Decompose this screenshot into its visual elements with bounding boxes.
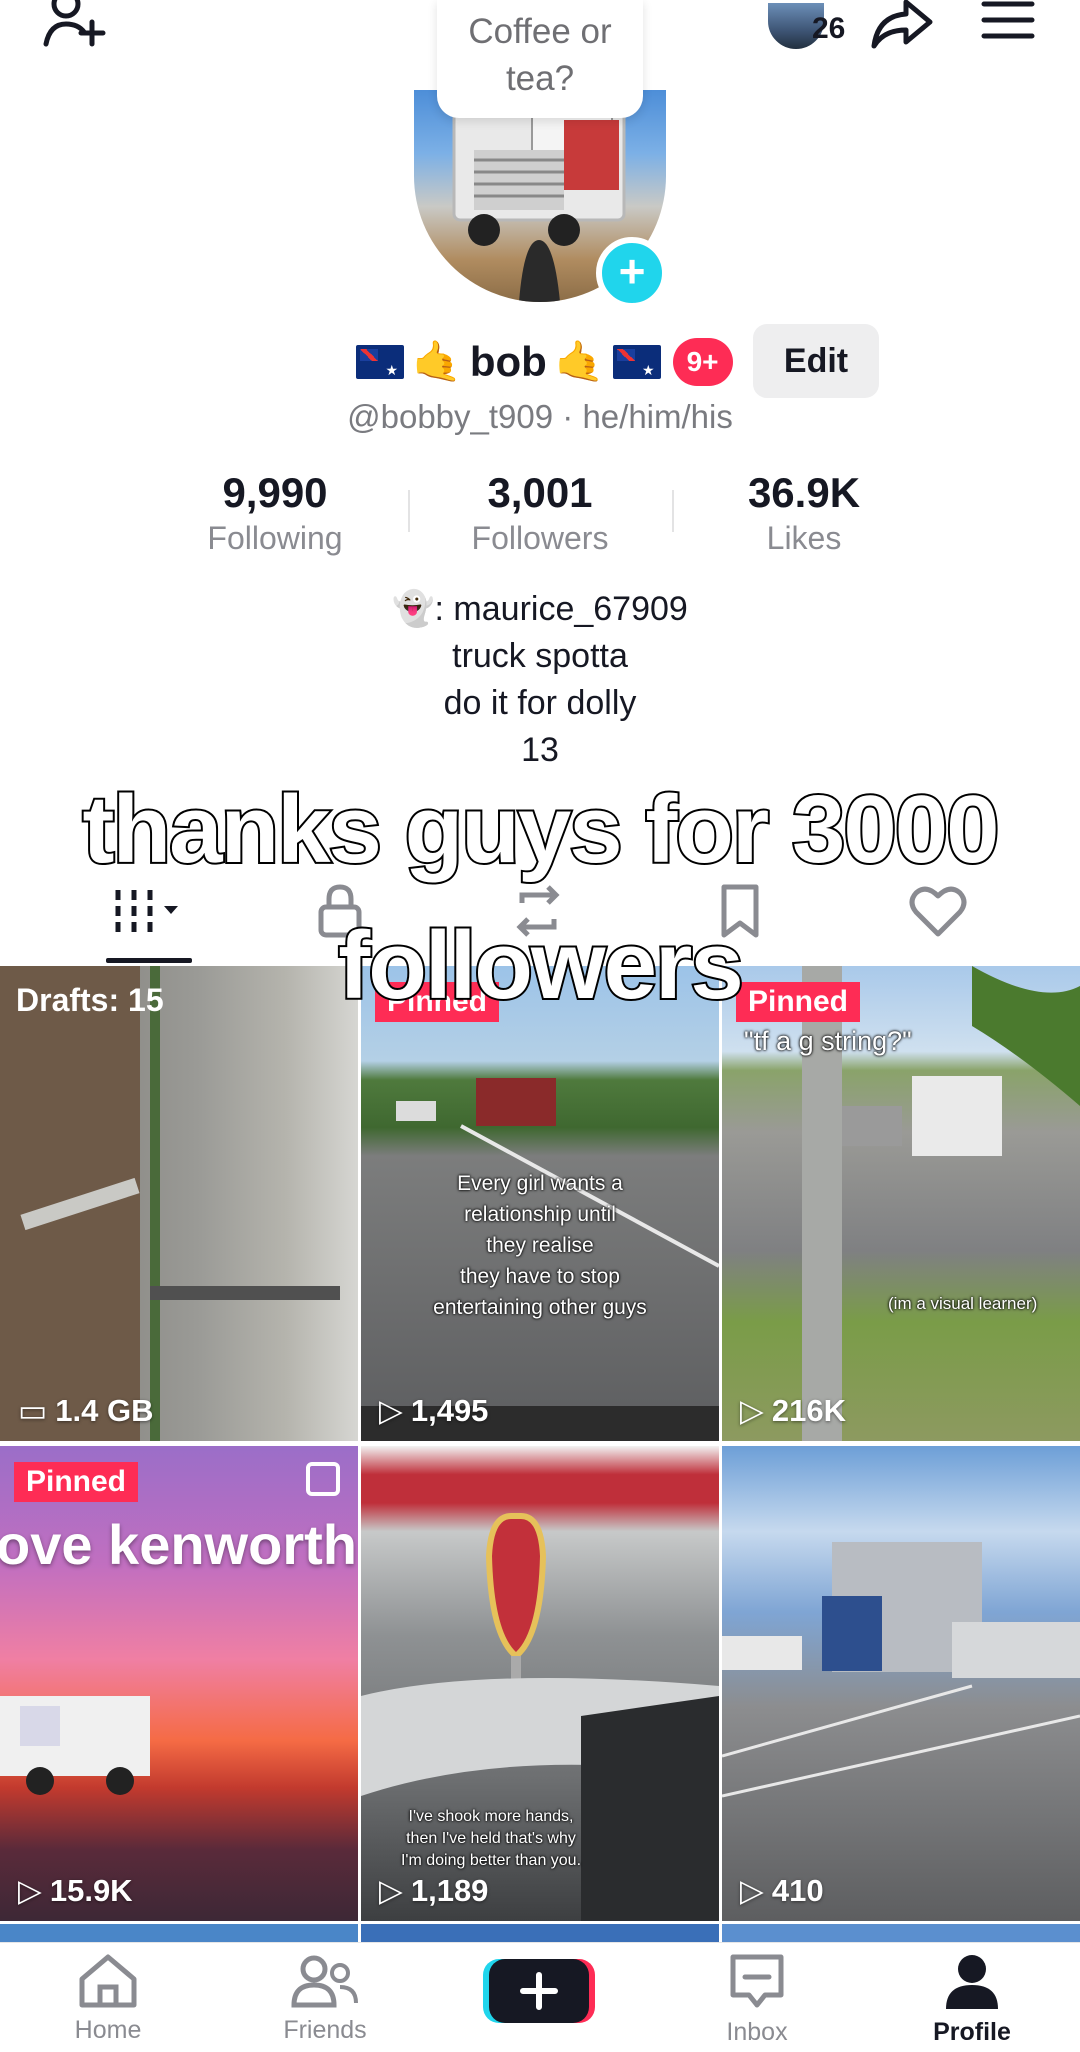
video-text-overlay: (im a visual learner) (888, 1294, 1038, 1313)
video-tile-pinned-1[interactable]: Pinned Every girl wants a relationship u… (361, 966, 719, 1441)
following-label: Following (207, 520, 343, 556)
play-icon: ▷ (740, 1393, 764, 1428)
overlay-line: then I've held that's why (406, 1830, 576, 1847)
play-icon: ▷ (740, 1873, 764, 1908)
nav-friends[interactable]: Friends (250, 1953, 400, 2045)
edit-profile-button[interactable]: Edit (753, 324, 879, 398)
overlay-line: relationship until (464, 1203, 616, 1226)
profile-visitors-count[interactable]: 26 (812, 12, 845, 46)
video-tile-pinned-2[interactable]: Pinned "tf a g string?" (im a visual lea… (722, 966, 1080, 1441)
view-count-value: 410 (771, 1873, 824, 1908)
note-bubble[interactable]: Coffee or tea? (437, 0, 643, 118)
add-story-plus-button[interactable]: + (596, 237, 668, 309)
overlay-line: they have to stop (460, 1265, 620, 1288)
view-count: ▷ 15.9K (18, 1873, 133, 1909)
stat-followers[interactable]: 3,001 Followers (420, 468, 660, 558)
video-text-overlay: Every girl wants a relationship until th… (361, 1168, 719, 1323)
bio-line-3: do it for dolly (443, 684, 637, 722)
drafts-size: ▭ 1.4 GB (18, 1393, 154, 1429)
add-friend-icon[interactable] (40, 0, 108, 57)
profile-name-row: 🤙 bob 🤙 9+ (356, 330, 733, 394)
video-tile-highway[interactable]: ▷ 410 (722, 1446, 1080, 1921)
nav-profile[interactable]: Profile (897, 1953, 1047, 2047)
nav-home-label: Home (74, 2016, 142, 2044)
following-count: 9,990 (222, 469, 328, 516)
bio-line-2: truck spotta (452, 637, 628, 675)
profile-icon (946, 1955, 998, 2009)
nav-home[interactable]: Home (33, 1953, 183, 2045)
view-count: ▷ 1,495 (379, 1393, 488, 1429)
play-icon: ▷ (379, 1393, 403, 1428)
likes-label: Likes (766, 520, 842, 556)
note-line-2: tea? (505, 59, 575, 98)
video-caption-overlay: thanks guys for 3000 followers (80, 774, 1001, 1021)
profile-handle: @bobby_t909 · he/him/his (347, 398, 733, 435)
view-count-value: 1,189 (410, 1873, 489, 1908)
video-text-overlay: I've shook more hands, then I've held th… (361, 1806, 621, 1872)
view-count-value: 216K (771, 1393, 846, 1428)
overlay-line: they realise (486, 1234, 594, 1257)
play-icon: ▷ (18, 1873, 42, 1908)
menu-icon[interactable] (980, 0, 1036, 49)
australia-flag-icon (356, 345, 404, 379)
drafts-size-value: 1.4 GB (55, 1393, 154, 1428)
stat-following[interactable]: 9,990 Following (155, 468, 395, 558)
shaka-hand-icon: 🤙 (412, 340, 462, 384)
video-title-overlay: ove kenworth (0, 1513, 357, 1576)
followers-label: Followers (471, 520, 609, 556)
nav-profile-label: Profile (933, 2018, 1011, 2046)
australia-flag-icon (612, 345, 661, 379)
multi-photo-icon (306, 1462, 340, 1496)
likes-count: 36.9K (747, 469, 861, 516)
ghost-icon: 👻 (392, 590, 435, 628)
inbox-icon (730, 1954, 784, 2008)
storage-icon: ▭ (18, 1393, 48, 1428)
view-count: ▷ 1,189 (379, 1873, 488, 1909)
pinned-badge: Pinned (14, 1462, 139, 1502)
shaka-hand-icon: 🤙 (554, 340, 605, 384)
profile-bio: 👻: maurice_67909 truck spotta do it for … (0, 586, 1080, 774)
stat-likes[interactable]: 36.9K Likes (684, 468, 924, 558)
profile-name: bob (469, 338, 547, 385)
bottom-navigation: Home Friends Inbox Profile (0, 1942, 1080, 2052)
nav-inbox-label: Inbox (726, 2018, 788, 2046)
home-icon (79, 1954, 137, 2008)
create-plus-icon (483, 1959, 595, 2023)
friends-icon (291, 1955, 358, 2008)
bio-snapchat-line: 👻: maurice_67909 (0, 586, 1080, 633)
nav-inbox[interactable]: Inbox (682, 1953, 832, 2047)
note-line-1: Coffee or (468, 12, 612, 51)
stat-divider (672, 490, 674, 532)
followers-count: 3,001 (487, 469, 593, 516)
view-count: ▷ 410 (740, 1873, 824, 1909)
view-count-value: 1,495 (410, 1393, 489, 1428)
stat-divider (408, 490, 410, 532)
notification-badge[interactable]: 9+ (672, 338, 733, 386)
bio-line-1: : maurice_67909 (434, 590, 688, 628)
overlay-line: entertaining other guys (433, 1296, 647, 1319)
overlay-line: I've shook more hands, (408, 1808, 574, 1825)
video-tile-pinned-3[interactable]: Pinned ove kenworth ▷ 15.9K (0, 1446, 358, 1921)
create-button[interactable] (483, 1955, 595, 2027)
video-tile-peek[interactable] (0, 1924, 358, 1942)
overlay-line: Every girl wants a (457, 1172, 623, 1195)
video-tile-kenworth[interactable]: I've shook more hands, then I've held th… (361, 1446, 719, 1921)
nav-friends-label: Friends (283, 2016, 367, 2044)
video-tile-drafts[interactable]: Drafts: 15 ▭ 1.4 GB (0, 966, 358, 1441)
share-icon[interactable] (870, 0, 934, 55)
view-count: ▷ 216K (740, 1393, 846, 1429)
video-tile-peek[interactable] (722, 1924, 1080, 1942)
play-icon: ▷ (379, 1873, 403, 1908)
view-count-value: 15.9K (49, 1873, 133, 1908)
video-tile-peek[interactable] (361, 1924, 719, 1942)
overlay-line: I'm doing better than you. (400, 1852, 582, 1869)
